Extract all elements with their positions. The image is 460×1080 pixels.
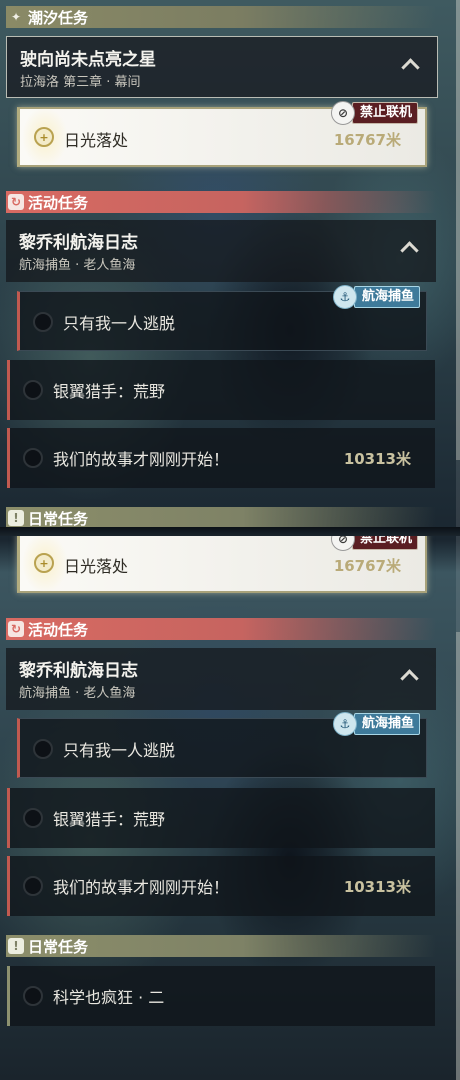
fishing-badge: ⚓ 航海捕鱼 [333,285,421,309]
status-circle-icon [33,739,53,759]
badge-label: 航海捕鱼 [354,713,421,735]
sparkle-icon: ✦ [10,10,22,24]
chevron-up-icon[interactable] [400,669,419,688]
quest-group-event[interactable]: 黎乔利航海日志 航海捕鱼 · 老人鱼海 [6,220,436,282]
quest-item-name: 银翼猎手：荒野 [53,810,166,829]
quest-group-subtitle: 拉海洛 第三章 · 幕间 [20,75,141,90]
section-header-daily: ! 日常任务 [6,935,436,957]
chevron-up-icon[interactable] [401,58,420,77]
event-icon: ↻ [8,621,24,637]
sun-track-icon: + [34,553,54,573]
section-label: 潮汐任务 [28,8,89,27]
no-online-badge: ⊘ 禁止联机 [331,101,419,125]
status-circle-icon [23,380,43,400]
quest-item[interactable]: 银翼猎手：荒野 [7,360,435,420]
quest-panel-top: ✦ 潮汐任务 驶向尚未点亮之星 拉海洛 第三章 · 幕间 + 日光落处 1676… [0,0,460,527]
badge-label: 航海捕鱼 [354,286,421,308]
sun-track-icon: + [34,127,54,147]
section-label: 活动任务 [28,620,89,639]
quest-group-subtitle: 航海捕鱼 · 老人鱼海 [19,258,136,273]
event-icon: ↻ [8,194,24,210]
quest-item[interactable]: 银翼猎手：荒野 [7,788,435,848]
quest-item-name: 只有我一人逃脱 [63,314,176,333]
badge-label: 禁止联机 [352,536,419,550]
status-circle-icon [33,312,53,332]
quest-item[interactable]: 我们的故事才刚刚开始！ 10313米 [7,428,435,488]
quest-item-name: 我们的故事才刚刚开始！ [53,450,230,469]
scrollbar-thumb[interactable] [456,632,460,1080]
section-label: 活动任务 [28,193,89,212]
fishing-badge: ⚓ 航海捕鱼 [333,712,421,736]
quest-item-name: 日光落处 [64,557,129,576]
anchor-icon: ⚓ [333,285,357,309]
badge-label: 禁止联机 [352,102,419,124]
quest-item-distance: 10313米 [343,878,411,896]
quest-group-event[interactable]: 黎乔利航海日志 航海捕鱼 · 老人鱼海 [6,648,436,710]
section-header-event: ↻ 活动任务 [6,191,436,213]
quest-item-distance: 16767米 [333,131,401,149]
daily-icon: ! [8,938,24,954]
quest-item-distance: 16767米 [333,557,401,575]
quest-item-name: 银翼猎手：荒野 [53,382,166,401]
quest-panel-bottom: + 日光落处 16767米 ⊘ 禁止联机 ↻ 活动任务 黎乔利航海日志 航海捕鱼… [0,536,460,1080]
quest-group-title: 驶向尚未点亮之星 [20,50,156,70]
quest-item-name: 科学也疯狂 · 二 [53,988,165,1007]
section-label: 日常任务 [28,937,89,956]
status-circle-icon [23,808,43,828]
quest-item-daily[interactable]: 科学也疯狂 · 二 [7,966,435,1026]
scrollbar-thumb[interactable] [456,0,460,460]
no-online-icon: ⊘ [331,101,355,125]
section-header-tide: ✦ 潮汐任务 [6,6,436,28]
quest-group-title: 黎乔利航海日志 [19,661,138,681]
quest-group-subtitle: 航海捕鱼 · 老人鱼海 [19,686,136,701]
quest-item-name: 只有我一人逃脱 [63,741,176,760]
no-online-badge: ⊘ 禁止联机 [331,536,419,551]
section-header-daily: ! 日常任务 [6,507,436,527]
quest-group-title: 黎乔利航海日志 [19,233,138,253]
quest-item[interactable]: 我们的故事才刚刚开始！ 10313米 [7,856,435,916]
section-header-event: ↻ 活动任务 [6,618,436,640]
status-circle-icon [23,448,43,468]
quest-group-tide[interactable]: 驶向尚未点亮之星 拉海洛 第三章 · 幕间 [6,36,438,98]
anchor-icon: ⚓ [333,712,357,736]
section-label: 日常任务 [28,509,89,528]
status-circle-icon [23,876,43,896]
daily-icon: ! [8,510,24,526]
status-circle-icon [23,986,43,1006]
quest-item-name: 日光落处 [64,131,129,150]
screenshot-divider [0,527,460,536]
quest-item-name: 我们的故事才刚刚开始！ [53,878,230,897]
quest-item-distance: 10313米 [343,450,411,468]
chevron-up-icon[interactable] [400,241,419,260]
